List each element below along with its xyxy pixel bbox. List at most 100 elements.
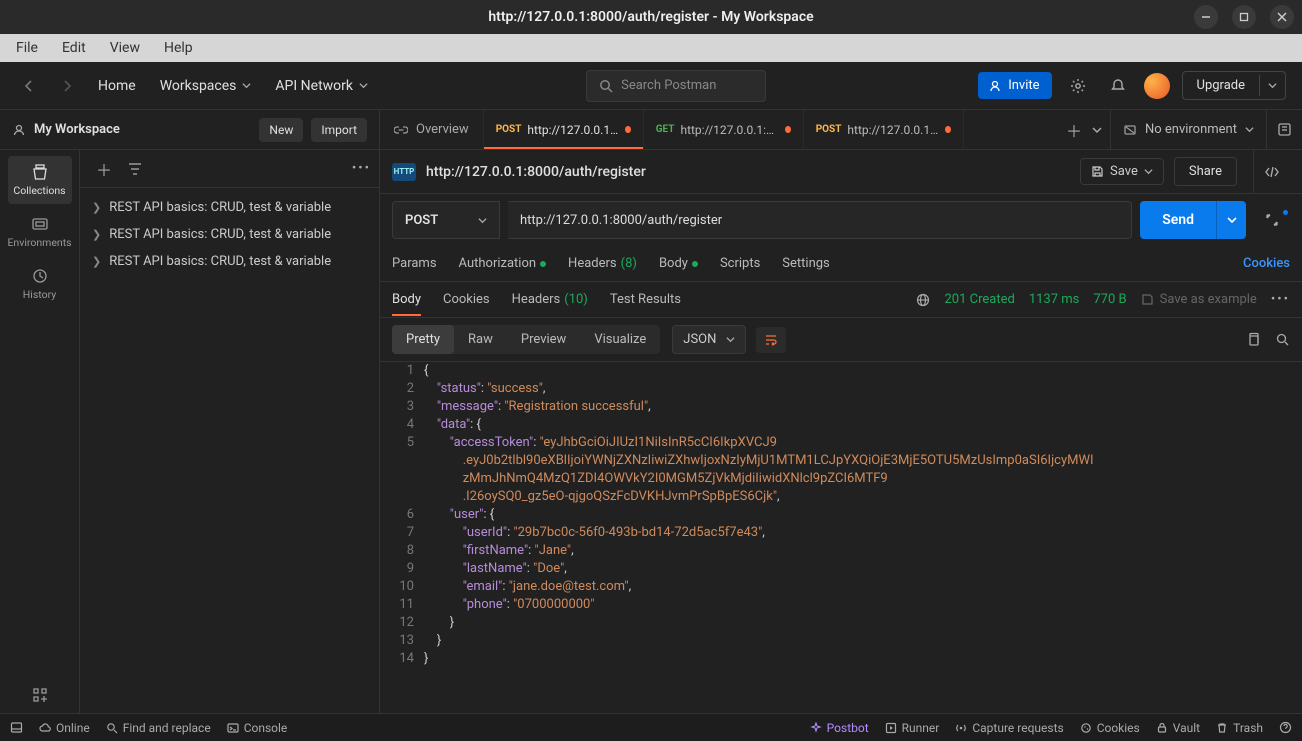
save-icon	[1141, 293, 1154, 306]
sb-postbot[interactable]: Postbot	[810, 721, 869, 735]
sb-capture[interactable]: Capture requests	[955, 721, 1063, 735]
unsaved-dot	[945, 126, 951, 133]
menu-help[interactable]: Help	[154, 37, 203, 59]
share-button[interactable]: Share	[1174, 157, 1237, 186]
cookies-link[interactable]: Cookies	[1243, 256, 1290, 271]
view-mode-segment: Pretty Raw Preview Visualize	[392, 325, 660, 354]
unsaved-dot	[785, 126, 791, 133]
response-tab-tests[interactable]: Test Results	[610, 292, 681, 307]
user-icon	[12, 123, 26, 137]
menu-view[interactable]: View	[100, 37, 150, 59]
new-tab[interactable]: ＋	[1066, 118, 1082, 142]
notifications-icon[interactable]	[1104, 72, 1132, 100]
response-more[interactable]: •••	[1271, 292, 1290, 307]
format-dropdown[interactable]: JSON	[672, 325, 746, 354]
add-collection[interactable]: ＋	[88, 153, 120, 185]
rail-environments[interactable]: Environments	[8, 208, 72, 256]
sb-vault[interactable]: Vault	[1156, 721, 1200, 735]
sb-help[interactable]	[1279, 721, 1292, 735]
api-network-dropdown[interactable]: API Network	[269, 74, 374, 98]
collection-item[interactable]: ❯REST API basics: CRUD, test & variable	[80, 194, 379, 221]
menu-edit[interactable]: Edit	[52, 37, 96, 59]
unsaved-dot	[625, 126, 631, 133]
copy-response[interactable]	[1246, 332, 1261, 347]
tree-more[interactable]: •••	[352, 161, 371, 176]
import-button[interactable]: Import	[311, 118, 367, 142]
sb-console[interactable]: Console	[227, 721, 288, 735]
window-minimize[interactable]	[1194, 5, 1218, 29]
workspace-title[interactable]: My Workspace	[34, 122, 251, 137]
send-caret[interactable]	[1216, 201, 1246, 239]
search-icon	[599, 79, 613, 93]
user-avatar[interactable]	[1144, 73, 1170, 99]
workspaces-dropdown[interactable]: Workspaces	[154, 74, 258, 98]
view-preview[interactable]: Preview	[507, 325, 580, 354]
search-response[interactable]	[1275, 332, 1290, 347]
response-tab-headers[interactable]: Headers (10)	[512, 292, 588, 307]
env-quick-look[interactable]	[1266, 110, 1302, 149]
tab-settings[interactable]: Settings	[782, 256, 829, 271]
new-button[interactable]: New	[259, 118, 303, 142]
settings-icon[interactable]	[1064, 72, 1092, 100]
method-selector[interactable]: POST	[392, 201, 500, 239]
code-panel-icon[interactable]	[1253, 150, 1290, 194]
window-maximize[interactable]	[1232, 5, 1256, 29]
tab-request-3[interactable]: POST http://127.0.0.1:8000	[804, 110, 964, 149]
invite-button[interactable]: Invite	[978, 72, 1051, 99]
url-input[interactable]: http://127.0.0.1:8000/auth/register	[508, 201, 1132, 239]
collections-tree: ❯REST API basics: CRUD, test & variable …	[80, 188, 379, 281]
save-button[interactable]: Save	[1080, 158, 1164, 185]
sb-trash[interactable]: Trash	[1216, 721, 1263, 735]
home-link[interactable]: Home	[92, 74, 142, 98]
menu-file[interactable]: File	[6, 37, 48, 59]
tab-body[interactable]: Body	[659, 256, 698, 271]
sb-online[interactable]: Online	[39, 721, 90, 735]
rail-collections[interactable]: Collections	[8, 156, 72, 204]
nav-forward[interactable]	[54, 75, 80, 97]
upgrade-caret[interactable]	[1259, 75, 1285, 96]
sb-find-replace[interactable]: Find and replace	[106, 721, 211, 735]
window-close[interactable]	[1270, 5, 1294, 29]
tab-request-1[interactable]: POST http://127.0.0.1:8000	[484, 110, 644, 149]
tab-params[interactable]: Params	[392, 256, 437, 271]
trash-icon	[1216, 722, 1228, 734]
tab-request-2[interactable]: GET http://127.0.0.1:8000/	[644, 110, 804, 149]
collection-item[interactable]: ❯REST API basics: CRUD, test & variable	[80, 221, 379, 248]
send-button[interactable]: Send	[1140, 201, 1216, 239]
response-time: 1137 ms	[1029, 292, 1080, 307]
wrap-lines-toggle[interactable]	[756, 327, 786, 353]
rail-history[interactable]: History	[8, 260, 72, 308]
save-icon	[1091, 165, 1104, 178]
chevron-down-icon	[478, 216, 487, 225]
workspace-header: My Workspace New Import	[0, 110, 379, 150]
overview-tab[interactable]: Overview	[380, 110, 484, 149]
sb-panel-icon[interactable]	[10, 721, 23, 734]
tabs-menu[interactable]	[1092, 125, 1102, 135]
view-pretty[interactable]: Pretty	[392, 325, 454, 354]
topbar: Home Workspaces API Network Search Postm…	[0, 62, 1302, 110]
sb-cookies[interactable]: Cookies	[1080, 721, 1140, 735]
globe-icon[interactable]	[916, 293, 930, 307]
window-titlebar: http://127.0.0.1:8000/auth/register - My…	[0, 0, 1302, 34]
expand-icon[interactable]	[1254, 212, 1290, 228]
upgrade-button[interactable]: Upgrade	[1183, 72, 1259, 99]
response-tab-body[interactable]: Body	[392, 292, 421, 307]
rail-configure[interactable]	[8, 677, 72, 713]
view-raw[interactable]: Raw	[454, 325, 507, 354]
response-tab-cookies[interactable]: Cookies	[443, 292, 490, 307]
search-icon	[106, 722, 118, 734]
save-as-example[interactable]: Save as example	[1141, 292, 1257, 307]
tab-headers[interactable]: Headers (8)	[568, 256, 637, 271]
view-visualize[interactable]: Visualize	[580, 325, 660, 354]
search-input[interactable]: Search Postman	[586, 70, 766, 102]
collection-item[interactable]: ❯REST API basics: CRUD, test & variable	[80, 248, 379, 275]
response-body[interactable]: 1{2 "status": "success",3 "message": "Re…	[380, 362, 1302, 713]
nav-back[interactable]	[16, 75, 42, 97]
environment-selector[interactable]: No environment	[1110, 110, 1266, 149]
filter-icon[interactable]	[128, 162, 142, 176]
tab-authorization[interactable]: Authorization	[459, 256, 547, 271]
tab-scripts[interactable]: Scripts	[720, 256, 760, 271]
response-size: 770 B	[1093, 292, 1126, 307]
sb-runner[interactable]: Runner	[885, 721, 940, 735]
sparkle-icon	[810, 722, 822, 734]
